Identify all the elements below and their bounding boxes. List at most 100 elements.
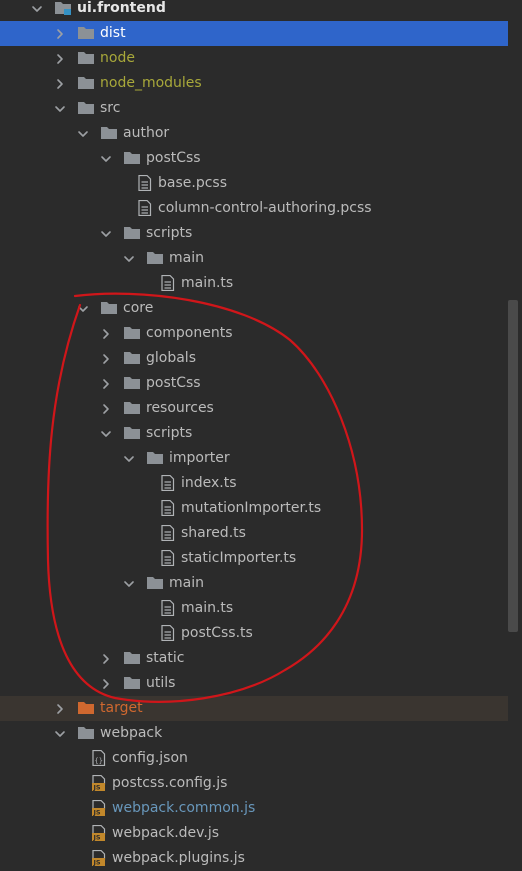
tree-item-label: webpack.plugins.js bbox=[112, 850, 245, 866]
tree-row[interactable]: ui.frontend bbox=[0, 0, 508, 21]
chevron-right-icon[interactable] bbox=[54, 78, 66, 90]
tree-row[interactable]: static bbox=[0, 646, 508, 671]
chevron-down-icon[interactable] bbox=[123, 578, 135, 590]
tree-row[interactable]: main.ts bbox=[0, 596, 508, 621]
chevron-down-icon[interactable] bbox=[100, 428, 112, 440]
tree-row[interactable]: resources bbox=[0, 396, 508, 421]
chevron-right-icon[interactable] bbox=[100, 403, 112, 415]
svg-text:JS: JS bbox=[93, 809, 101, 816]
tree-row[interactable]: postCss bbox=[0, 146, 508, 171]
folder-icon bbox=[123, 675, 141, 691]
chevron-right-icon[interactable] bbox=[100, 378, 112, 390]
chevron-right-icon[interactable] bbox=[54, 703, 66, 715]
tree-item-label: mutationImporter.ts bbox=[181, 500, 322, 516]
tree-item-label: postCss.ts bbox=[181, 625, 253, 641]
folder-icon bbox=[146, 450, 164, 466]
svg-text:JS: JS bbox=[93, 784, 101, 791]
folder-icon bbox=[123, 375, 141, 391]
chevron-right-icon[interactable] bbox=[100, 353, 112, 365]
tree-row[interactable]: JS webpack.dev.js bbox=[0, 821, 508, 846]
tree-row[interactable]: JS webpack.common.js bbox=[0, 796, 508, 821]
tree-item-label: scripts bbox=[146, 425, 193, 441]
tree-row[interactable]: node_modules bbox=[0, 71, 508, 96]
tree-row[interactable]: base.pcss bbox=[0, 171, 508, 196]
tree-row[interactable]: scripts bbox=[0, 421, 508, 446]
tree-row[interactable]: JS webpack.plugins.js bbox=[0, 846, 508, 871]
folder-icon bbox=[77, 725, 95, 741]
chevron-down-icon[interactable] bbox=[100, 228, 112, 240]
chevron-down-icon[interactable] bbox=[100, 153, 112, 165]
chevron-down-icon[interactable] bbox=[77, 303, 89, 315]
tree-item-label: components bbox=[146, 325, 233, 341]
tree-item-label: dist bbox=[100, 25, 126, 41]
chevron-right-icon[interactable] bbox=[100, 678, 112, 690]
chevron-down-icon[interactable] bbox=[123, 253, 135, 265]
tree-row[interactable]: components bbox=[0, 321, 508, 346]
tree-row[interactable]: node bbox=[0, 46, 508, 71]
js-file-icon: JS bbox=[90, 850, 108, 866]
tree-item-label: index.ts bbox=[181, 475, 237, 491]
tree-item-label: author bbox=[123, 125, 170, 141]
js-file-icon: JS bbox=[90, 800, 108, 816]
tree-row[interactable]: mutationImporter.ts bbox=[0, 496, 508, 521]
tree-row[interactable]: staticImporter.ts bbox=[0, 546, 508, 571]
folder-icon bbox=[77, 100, 95, 116]
folder-icon bbox=[146, 575, 164, 591]
tree-row[interactable]: postCss.ts bbox=[0, 621, 508, 646]
chevron-down-icon[interactable] bbox=[77, 128, 89, 140]
tree-row[interactable]: postCss bbox=[0, 371, 508, 396]
tree-item-label: main.ts bbox=[181, 275, 234, 291]
excluded-folder-icon bbox=[77, 700, 95, 716]
tree-item-label: ui.frontend bbox=[77, 0, 166, 16]
tree-row[interactable]: main bbox=[0, 571, 508, 596]
tree-row[interactable]: scripts bbox=[0, 221, 508, 246]
text-file-icon bbox=[159, 525, 177, 541]
text-file-icon bbox=[159, 275, 177, 291]
folder-icon bbox=[123, 225, 141, 241]
tree-row[interactable]: target bbox=[0, 696, 508, 721]
folder-icon bbox=[123, 150, 141, 166]
tree-row[interactable]: globals bbox=[0, 346, 508, 371]
tree-item-label: column-control-authoring.pcss bbox=[158, 200, 372, 216]
tree-row[interactable]: column-control-authoring.pcss bbox=[0, 196, 508, 221]
svg-text:{}: {} bbox=[95, 757, 103, 765]
tree-row[interactable]: core bbox=[0, 296, 508, 321]
tree-row[interactable]: JS postcss.config.js bbox=[0, 771, 508, 796]
tree-item-label: node bbox=[100, 50, 135, 66]
chevron-right-icon[interactable] bbox=[54, 53, 66, 65]
tree-item-label: webpack.common.js bbox=[112, 800, 256, 816]
vertical-scrollbar[interactable] bbox=[508, 300, 518, 632]
folder-icon bbox=[123, 400, 141, 416]
chevron-down-icon[interactable] bbox=[54, 728, 66, 740]
tree-row[interactable]: index.ts bbox=[0, 471, 508, 496]
text-file-icon bbox=[136, 175, 154, 191]
folder-icon bbox=[77, 25, 95, 41]
chevron-down-icon[interactable] bbox=[54, 103, 66, 115]
tree-row[interactable]: {} config.json bbox=[0, 746, 508, 771]
text-file-icon bbox=[159, 550, 177, 566]
tree-row[interactable]: shared.ts bbox=[0, 521, 508, 546]
folder-icon bbox=[77, 50, 95, 66]
tree-row[interactable]: main.ts bbox=[0, 271, 508, 296]
tree-row[interactable]: importer bbox=[0, 446, 508, 471]
svg-text:JS: JS bbox=[93, 834, 101, 841]
js-file-icon: JS bbox=[90, 775, 108, 791]
tree-row[interactable]: src bbox=[0, 96, 508, 121]
js-file-icon: JS bbox=[90, 825, 108, 841]
chevron-down-icon[interactable] bbox=[123, 453, 135, 465]
tree-row[interactable]: dist bbox=[0, 21, 508, 46]
chevron-down-icon[interactable] bbox=[31, 3, 43, 15]
tree-row[interactable]: webpack bbox=[0, 721, 508, 746]
folder-icon bbox=[146, 250, 164, 266]
chevron-right-icon[interactable] bbox=[100, 653, 112, 665]
chevron-right-icon[interactable] bbox=[100, 328, 112, 340]
tree-row[interactable]: author bbox=[0, 121, 508, 146]
chevron-right-icon[interactable] bbox=[54, 28, 66, 40]
tree-item-label: core bbox=[123, 300, 154, 316]
tree-item-label: base.pcss bbox=[158, 175, 227, 191]
tree-item-label: main bbox=[169, 250, 204, 266]
tree-row[interactable]: main bbox=[0, 246, 508, 271]
tree-item-label: utils bbox=[146, 675, 176, 691]
folder-icon bbox=[123, 350, 141, 366]
tree-row[interactable]: utils bbox=[0, 671, 508, 696]
